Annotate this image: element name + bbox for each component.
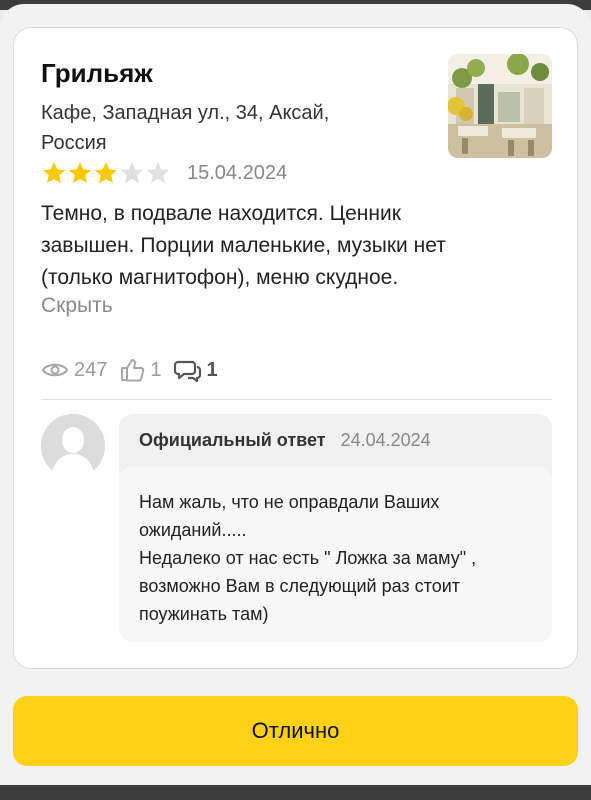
- official-reply: Официальный ответ 24.04.2024 Нам жаль, ч…: [119, 414, 552, 642]
- address-line-2: Россия: [41, 132, 107, 154]
- star-filled-icon: [42, 162, 66, 183]
- bottom-frame: [0, 785, 591, 800]
- star-empty-icon: [120, 162, 144, 183]
- divider: [41, 399, 552, 400]
- review-rating: 15.04.2024: [41, 160, 287, 186]
- views-count: 247: [74, 358, 108, 381]
- like-button[interactable]: 1: [119, 357, 162, 383]
- bottom-sheet: Грильяж Кафе, Западная ул., 34, Аксай, Р…: [0, 4, 591, 785]
- reply-line: Недалеко от нас есть " Ложка за маму" ,: [139, 548, 477, 568]
- place-photo[interactable]: [448, 54, 552, 158]
- review-stats: 247 1 1: [41, 356, 226, 384]
- likes-count: 1: [150, 358, 162, 381]
- comments-icon: [173, 360, 201, 382]
- reply-line: Нам жаль, что не оправдали Ваших: [139, 492, 440, 512]
- place-name[interactable]: Грильяж: [41, 58, 153, 89]
- eye-icon: [41, 363, 69, 377]
- review-card: Грильяж Кафе, Западная ул., 34, Аксай, Р…: [13, 27, 578, 669]
- reply-line: ожиданий.....: [139, 520, 247, 540]
- review-line: Темно, в подвале находится. Ценник: [41, 202, 401, 225]
- review-line: завышен. Порции маленькие, музыки нет: [41, 234, 446, 257]
- user-placeholder-icon: [41, 414, 105, 478]
- owner-avatar[interactable]: [41, 414, 105, 478]
- review-date: 15.04.2024: [187, 161, 288, 184]
- comments-count: 1: [206, 358, 218, 381]
- review-text: Темно, в подвале находится. Ценник завыш…: [41, 198, 541, 294]
- done-button[interactable]: Отлично: [13, 696, 578, 766]
- reply-line: поужинать там): [139, 604, 269, 624]
- place-address: Кафе, Западная ул., 34, Аксай, Россия: [41, 98, 401, 158]
- reply-date: 24.04.2024: [340, 430, 431, 450]
- star-filled-icon: [94, 162, 118, 183]
- views-counter: 247: [41, 359, 107, 382]
- reply-header: Официальный ответ 24.04.2024: [139, 430, 431, 451]
- comments-button[interactable]: 1: [173, 358, 218, 382]
- address-line-1: Кафе, Западная ул., 34, Аксай,: [41, 102, 330, 124]
- cafe-interior-image: [448, 54, 552, 158]
- star-filled-icon: [68, 162, 92, 183]
- thumbs-up-icon: [121, 359, 145, 382]
- reply-line: возможно Вам в следующий раз стоит: [139, 576, 461, 596]
- reply-title: Официальный ответ: [139, 430, 326, 450]
- star-empty-icon: [146, 162, 170, 183]
- hide-review-link[interactable]: Скрыть: [41, 294, 113, 318]
- review-line: (только магнитофон), меню скудное.: [41, 266, 399, 289]
- reply-text: Нам жаль, что не оправдали Ваших ожидани…: [119, 466, 552, 642]
